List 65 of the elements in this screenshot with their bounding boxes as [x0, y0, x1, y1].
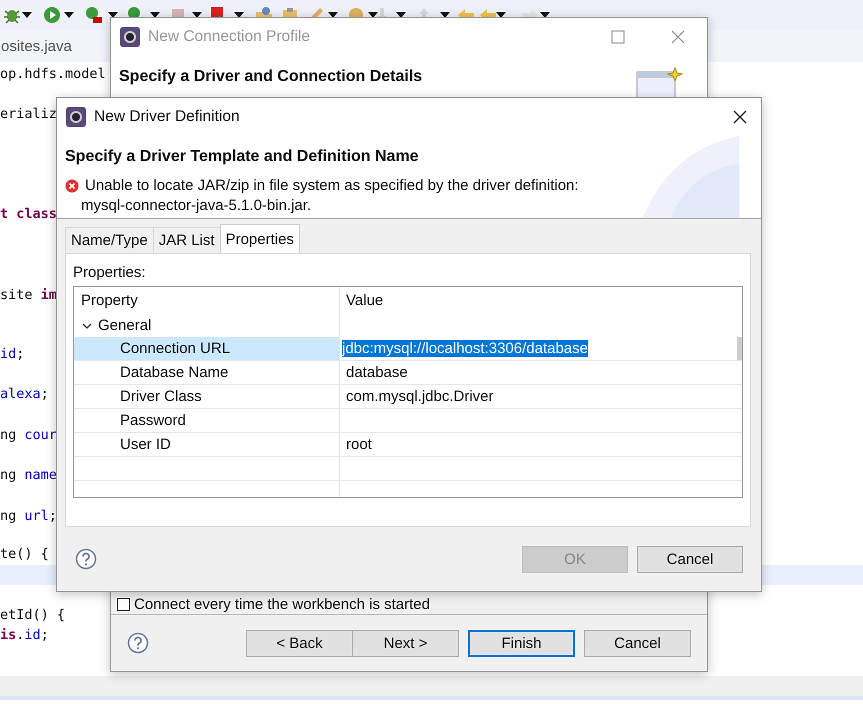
- code-line: site im: [0, 286, 57, 305]
- section-label: Properties:: [73, 264, 147, 281]
- table-row[interactable]: User ID root: [74, 433, 742, 457]
- dropdown-arrow-icon[interactable]: [368, 12, 378, 18]
- tab[interactable]: Properties: [220, 224, 300, 253]
- table-cell: database: [346, 364, 408, 381]
- column-header[interactable]: Value: [340, 287, 742, 314]
- checkbox[interactable]: [117, 598, 130, 610]
- table-cell: com.mysql.jdbc.Driver: [346, 388, 494, 405]
- code-line: te() {: [0, 545, 49, 564]
- code-line: ng name: [0, 466, 57, 485]
- table-cell: Driver Class: [74, 385, 340, 408]
- coverage-icon[interactable]: [84, 5, 104, 25]
- editor-tab[interactable]: osites.java: [1, 38, 72, 55]
- next-button[interactable]: Next >: [352, 630, 459, 656]
- cancel-button[interactable]: Cancel: [584, 630, 691, 656]
- maximize-icon[interactable]: [611, 30, 625, 44]
- window-title: New Connection Profile: [148, 28, 310, 46]
- help-icon[interactable]: [127, 632, 149, 654]
- tab[interactable]: Name/Type: [65, 227, 154, 253]
- error-icon: [65, 179, 79, 193]
- dialog-heading: Specify a Driver and Connection Details: [119, 68, 422, 85]
- dropdown-arrow-icon[interactable]: [64, 12, 74, 18]
- dialog-heading: Specify a Driver Template and Definition Name: [65, 148, 419, 165]
- column-header[interactable]: Property: [74, 287, 340, 314]
- dropdown-arrow-icon[interactable]: [496, 12, 506, 18]
- table-row[interactable]: Connection URL jdbc:mysql://localhost:3306/database: [74, 337, 742, 361]
- code-line: op.hdfs.model: [0, 65, 106, 84]
- code-line: is.id;: [0, 626, 49, 645]
- dropdown-arrow-icon[interactable]: [22, 12, 32, 18]
- value-input-field[interactable]: jdbc:mysql://localhost:3306/database: [342, 340, 588, 357]
- back-button[interactable]: < Back: [246, 630, 353, 656]
- table-cell: User ID: [74, 433, 340, 456]
- dropdown-arrow-icon[interactable]: [150, 12, 160, 18]
- code-line: ng url;: [0, 507, 57, 526]
- finish-button[interactable]: Finish: [468, 630, 575, 656]
- dropdown-arrow-icon[interactable]: [192, 12, 202, 18]
- dropdown-arrow-icon[interactable]: [234, 12, 244, 18]
- help-icon[interactable]: [75, 548, 97, 570]
- dropdown-arrow-icon[interactable]: [540, 12, 550, 18]
- dropdown-arrow-icon[interactable]: [328, 12, 338, 18]
- table-cell: root: [346, 436, 372, 453]
- code-line: id;: [0, 345, 24, 364]
- code-line: alexa;: [0, 385, 49, 404]
- close-icon[interactable]: [733, 110, 747, 124]
- dropdown-arrow-icon[interactable]: [440, 12, 450, 18]
- dropdown-arrow-icon[interactable]: [396, 12, 406, 18]
- chevron-icon: [82, 320, 92, 330]
- table-row[interactable]: Database Name database: [74, 361, 742, 385]
- checkbox-label: Connect every time the workbench is started: [134, 596, 430, 612]
- scrollbar[interactable]: [737, 337, 742, 360]
- gear-icon: [66, 107, 86, 127]
- code-line: etId() {: [0, 606, 66, 625]
- table-row[interactable]: Password: [74, 409, 742, 433]
- dropdown-arrow-icon[interactable]: [108, 12, 118, 18]
- code-line: ng cour: [0, 426, 57, 445]
- window-title: New Driver Definition: [94, 108, 240, 126]
- cancel-button[interactable]: Cancel: [637, 546, 743, 572]
- gear-icon: [120, 27, 140, 47]
- table-cell: Database Name: [74, 361, 340, 384]
- run-icon[interactable]: [42, 5, 62, 25]
- code-line: erializ: [0, 105, 57, 124]
- table-row[interactable]: Driver Class com.mysql.jdbc.Driver: [74, 385, 742, 409]
- table-cell: Password: [74, 409, 340, 432]
- code-line: t class: [0, 205, 57, 224]
